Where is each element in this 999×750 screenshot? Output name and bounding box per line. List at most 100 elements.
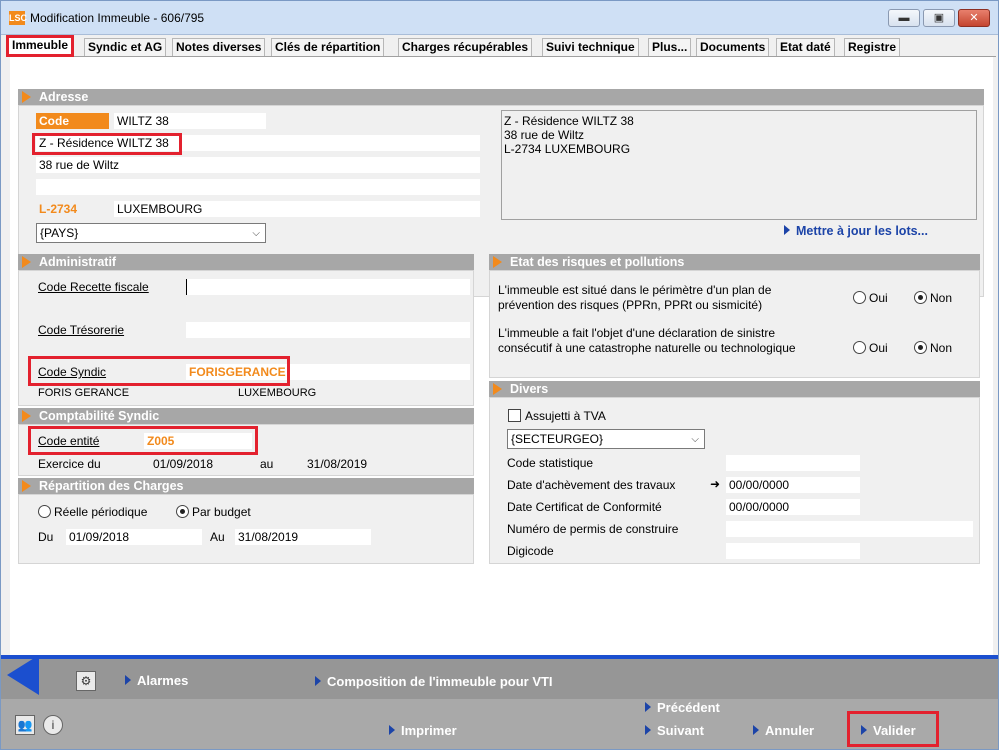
digicode-field[interactable] [726,543,860,559]
tab-etat-date[interactable]: Etat daté [776,38,835,56]
preview-line-1: Z - Résidence WILTZ 38 [504,114,634,128]
chevron-down-icon: ⌵ [252,228,260,239]
code-statistique-field[interactable] [726,455,860,471]
annuler-label: Annuler [765,723,815,738]
update-lots-label: Mettre à jour les lots... [796,224,928,238]
syndic-name: FORIS GERANCE [38,387,130,399]
info-icon[interactable]: i [43,715,63,735]
radio-q1-oui[interactable] [853,291,866,304]
city-field[interactable]: LUXEMBOURG [114,201,480,217]
option-budget-label: Par budget [192,505,251,519]
title-bar: LSC Modification Immeuble - 606/795 ▬ ▣ … [1,1,998,35]
divers-header: Divers [489,381,980,397]
repartition-header: Répartition des Charges [18,478,474,494]
exercice-to: 31/08/2019 [307,457,368,471]
risques-q1-line2: prévention des risques (PPRn, PPRt ou si… [498,298,763,312]
app-logo-icon: LSC [9,11,27,25]
tab-suivi-technique[interactable]: Suivi technique [542,38,639,56]
du-field[interactable]: 01/09/2018 [66,529,202,545]
close-button[interactable]: ✕ [958,9,990,27]
tva-checkbox[interactable]: Assujetti à TVA [508,409,606,423]
radio-budget[interactable] [176,505,189,518]
q2-non[interactable]: Non [914,341,952,355]
permis-label: Numéro de permis de construire [507,522,679,536]
du-label: Du [38,530,54,544]
settings-icon[interactable]: ⚙ [76,671,96,691]
au-label: Au [210,530,225,544]
radio-q2-non[interactable] [914,341,927,354]
precedent-button[interactable]: Précédent [645,700,720,715]
arrow-right-icon [645,725,651,735]
precedent-label: Précédent [657,700,720,715]
window-title: Modification Immeuble - 606/795 [30,11,205,25]
radio-q1-non[interactable] [914,291,927,304]
exercice-au-label: au [260,457,274,471]
arrow-right-icon [645,702,651,712]
tab-bar: Immeuble Syndic et AG Notes diverses Clé… [6,35,996,57]
composition-button[interactable]: Composition de l'immeuble pour VTI [315,674,553,689]
certificat-label: Date Certificat de Conformité [507,500,662,514]
option-budget[interactable]: Par budget [176,505,251,519]
radio-reelle[interactable] [38,505,51,518]
arrow-right-icon [753,725,759,735]
collapse-arrow-icon[interactable] [7,655,39,695]
composition-label: Composition de l'immeuble pour VTI [327,674,553,689]
comptabilite-header: Comptabilité Syndic [18,408,474,424]
suivant-button[interactable]: Suivant [645,723,704,738]
tva-label: Assujetti à TVA [525,409,606,423]
alarmes-label: Alarmes [137,673,189,688]
address-line2-field[interactable]: 38 rue de Wiltz [36,157,480,173]
risques-header: Etat des risques et pollutions [489,254,980,270]
q2-oui[interactable]: Oui [853,341,888,355]
radio-q2-oui[interactable] [853,341,866,354]
tresorerie-field[interactable] [186,322,470,338]
recette-fiscale-field[interactable] [186,279,470,295]
recette-fiscale-label[interactable]: Code Recette fiscale [38,280,149,294]
imprimer-button[interactable]: Imprimer [389,723,457,738]
alarmes-button[interactable]: Alarmes [125,673,188,688]
highlight-syndic [28,356,290,386]
tab-registre[interactable]: Registre [844,38,901,56]
tab-cles-repartition[interactable]: Clés de répartition [271,38,385,56]
tab-plus[interactable]: Plus... [648,38,692,56]
tab-immeuble[interactable]: Immeuble [6,35,75,57]
tab-syndic-ag[interactable]: Syndic et AG [84,38,167,56]
arrow-right-icon [125,675,131,685]
au-field[interactable]: 31/08/2019 [235,529,371,545]
tab-notes-diverses[interactable]: Notes diverses [172,38,266,56]
tresorerie-label[interactable]: Code Trésorerie [38,323,124,337]
tab-charges-recuperables[interactable]: Charges récupérables [398,38,533,56]
risques-question-2: L'immeuble a fait l'objet d'une déclarat… [498,326,796,356]
preview-line-3: L-2734 LUXEMBOURG [504,142,631,156]
update-lots-link[interactable]: Mettre à jour les lots... [784,224,928,238]
maximize-button[interactable]: ▣ [923,9,955,27]
annuler-button[interactable]: Annuler [753,723,814,738]
users-icon[interactable]: 👥 [15,715,35,735]
permis-field[interactable] [726,521,973,537]
q1-non[interactable]: Non [914,291,952,305]
footer-bar: ⚙ Alarmes Composition de l'immeuble pour… [1,655,998,749]
preview-line-2: 38 rue de Wiltz [504,128,585,142]
code-field[interactable]: WILTZ 38 [114,113,266,129]
arrow-right-icon [784,225,790,235]
achevement-field[interactable]: 00/00/0000 [726,477,860,493]
certificat-field[interactable]: 00/00/0000 [726,499,860,515]
postal-code-field[interactable]: L-2734 [36,201,110,217]
main-window: LSC Modification Immeuble - 606/795 ▬ ▣ … [0,0,999,750]
q1-oui[interactable]: Oui [853,291,888,305]
arrow-right-icon [389,725,395,735]
risques-q2-line1: L'immeuble a fait l'objet d'une déclarat… [498,326,776,340]
risques-question-1: L'immeuble est situé dans le périmètre d… [498,283,771,313]
tab-documents[interactable]: Documents [696,38,770,56]
code-label: Code [36,113,109,129]
address-line3-field[interactable] [36,179,480,195]
option-reelle[interactable]: Réelle périodique [38,505,147,519]
country-select[interactable]: {PAYS} ⌵ [36,223,266,243]
arrow-right-icon [315,676,321,686]
minimize-button[interactable]: ▬ [888,9,920,27]
digicode-label: Digicode [507,544,554,558]
secteur-select[interactable]: {SECTEURGEO} ⌵ [507,429,705,449]
q1-non-label: Non [930,291,953,305]
suivant-label: Suivant [657,723,704,738]
tva-check[interactable] [508,409,521,422]
